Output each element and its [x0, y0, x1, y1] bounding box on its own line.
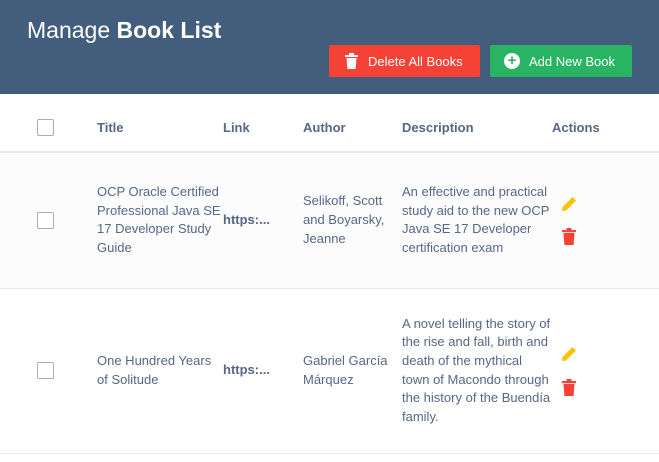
book-author-cell: Gabriel García Márquez	[303, 352, 388, 387]
table-row: OCP Oracle Certified Professional Java S…	[0, 152, 659, 288]
page-header: Manage Book List Delete All Books + Add …	[0, 0, 659, 94]
book-description-cell: An effective and practical study aid to …	[402, 184, 550, 255]
page-title: Manage Book List	[27, 17, 221, 44]
column-header-title: Title	[97, 103, 223, 153]
row-checkbox[interactable]	[37, 211, 54, 229]
delete-all-books-button[interactable]: Delete All Books	[329, 45, 480, 77]
row-checkbox[interactable]	[37, 362, 54, 379]
book-author-cell: Selikoff, Scott and Boyarsky, Jeanne	[303, 193, 385, 246]
add-new-book-button[interactable]: + Add New Book	[490, 45, 632, 77]
page-title-bold: Book List	[116, 17, 222, 43]
trash-icon	[343, 53, 359, 69]
pencil-icon[interactable]	[559, 194, 579, 214]
book-link[interactable]: https:...	[223, 212, 270, 227]
book-link[interactable]: https:...	[223, 362, 270, 377]
pencil-icon[interactable]	[559, 344, 579, 364]
book-table: Title Link Author Description Actions OC…	[0, 103, 659, 454]
header-select-cell	[0, 103, 97, 153]
column-header-description: Description	[402, 103, 552, 153]
trash-icon[interactable]	[559, 227, 579, 247]
table-header-row: Title Link Author Description Actions	[0, 103, 659, 153]
column-header-actions: Actions	[552, 103, 659, 153]
row-actions	[552, 194, 659, 247]
column-header-link: Link	[223, 103, 303, 153]
page-title-prefix: Manage	[27, 17, 111, 43]
book-title-cell: OCP Oracle Certified Professional Java S…	[97, 184, 221, 255]
select-all-checkbox[interactable]	[37, 118, 54, 136]
column-header-author: Author	[303, 103, 402, 153]
trash-icon[interactable]	[559, 377, 579, 397]
book-title-cell: One Hundred Years of Solitude	[97, 352, 212, 387]
delete-all-books-label: Delete All Books	[368, 53, 463, 69]
book-description-cell: A novel telling the story of the rise an…	[402, 315, 551, 424]
plus-circle-icon: +	[504, 53, 520, 69]
table-row: One Hundred Years of Solitude https:... …	[0, 288, 659, 453]
row-actions	[552, 344, 659, 397]
add-new-book-label: Add New Book	[529, 53, 615, 69]
